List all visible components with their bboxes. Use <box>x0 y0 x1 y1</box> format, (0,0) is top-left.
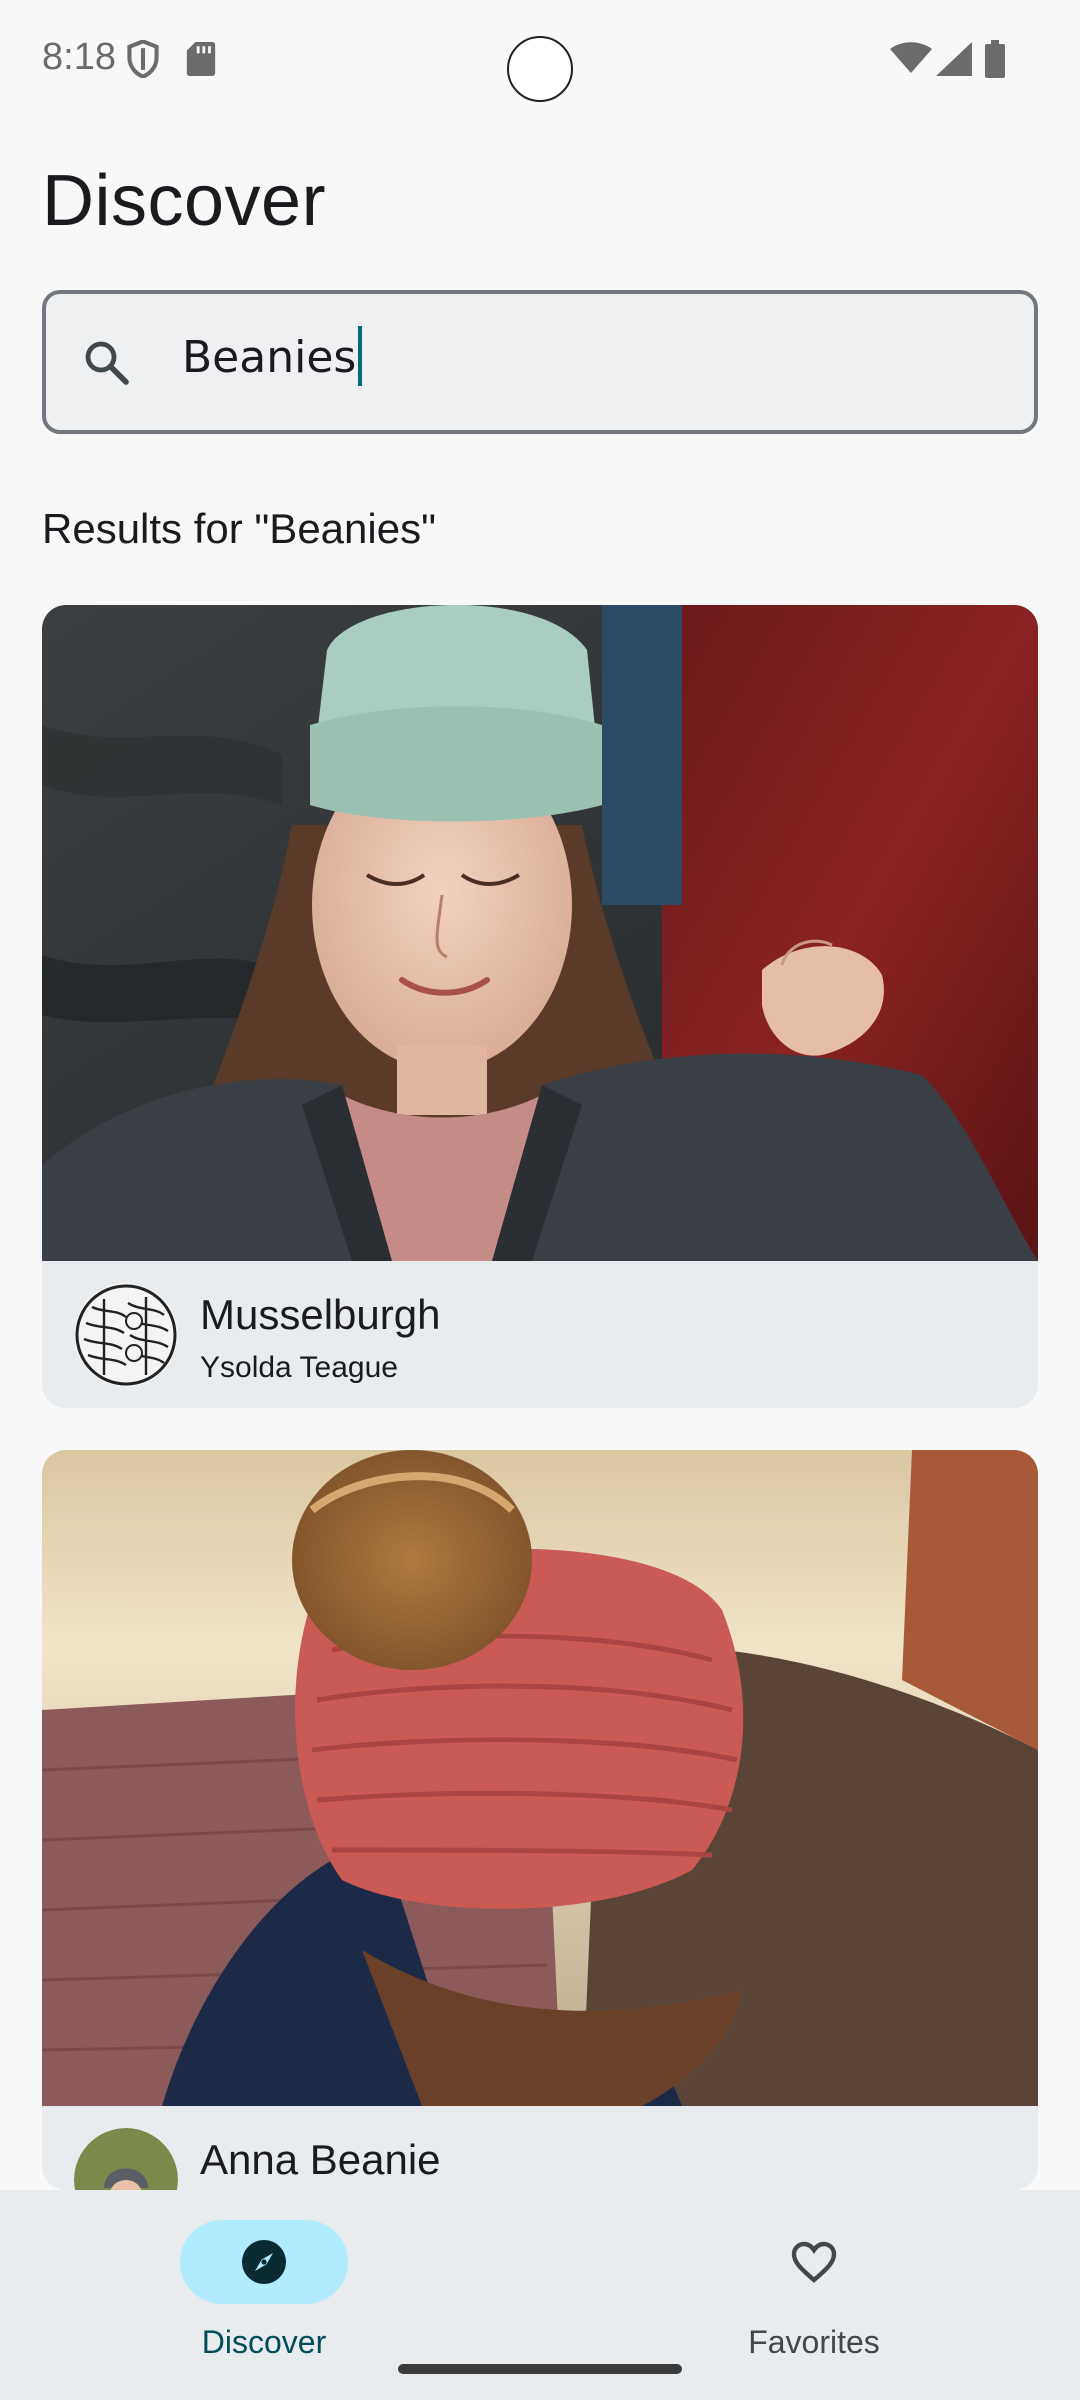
results-heading: Results for "Beanies" <box>42 505 436 552</box>
pattern-title: Musselburgh <box>200 1291 441 1338</box>
card-footer: Anna Beanie <box>42 2106 1038 2190</box>
nav-item-favorites[interactable]: Favorites <box>694 2220 934 2360</box>
compass-icon <box>242 2240 286 2284</box>
nav-label-discover: Discover <box>201 2324 327 2360</box>
search-input[interactable]: Beanies <box>182 326 363 390</box>
pattern-photo <box>42 1450 1038 2106</box>
pattern-author: Ysolda Teague <box>200 1351 398 1384</box>
nav-item-discover[interactable]: Discover <box>144 2220 384 2360</box>
text-caret <box>358 326 363 386</box>
sd-card-icon <box>186 42 216 76</box>
designer-avatar <box>74 1283 178 1387</box>
status-time: 8:18 <box>42 36 116 78</box>
gesture-handle[interactable] <box>398 2364 682 2374</box>
page-title: Discover <box>42 161 327 241</box>
heart-icon <box>791 2241 837 2283</box>
battery-icon <box>985 40 1005 78</box>
card-footer: Musselburgh Ysolda Teague <box>42 1261 1038 1408</box>
search-field[interactable]: Beanies <box>42 290 1038 434</box>
pattern-photo <box>42 605 1038 1261</box>
camera-cutout <box>507 36 573 102</box>
pattern-title: Anna Beanie <box>200 2136 441 2183</box>
cell-signal-icon <box>936 42 972 76</box>
status-bar: 8:18 <box>0 0 1080 120</box>
wifi-icon <box>890 42 932 73</box>
search-input-value: Beanies <box>182 332 357 383</box>
search-icon <box>85 341 129 385</box>
designer-avatar <box>74 2128 178 2190</box>
pattern-card[interactable]: Anna Beanie <box>42 1450 1038 2190</box>
nav-label-favorites: Favorites <box>748 2324 880 2360</box>
pattern-card[interactable]: Musselburgh Ysolda Teague <box>42 605 1038 1408</box>
shield-icon <box>127 40 159 78</box>
